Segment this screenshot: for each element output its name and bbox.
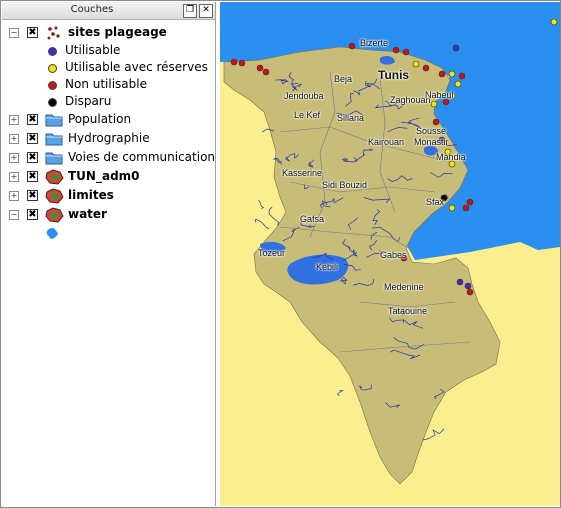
layers-panel: Couches ❐ ✕ − ✖ sites plageage Utilisabl… — [2, 2, 216, 506]
beach-site-point — [466, 198, 474, 206]
float-panel-button[interactable]: ❐ — [183, 4, 197, 18]
layer-visibility-checkbox[interactable]: ✖ — [27, 27, 38, 38]
river-line — [337, 390, 344, 397]
beach-site-point — [466, 288, 474, 296]
expand-toggle[interactable]: + — [9, 172, 19, 182]
beach-site-point — [422, 64, 430, 72]
non-utilisable-symbol — [48, 81, 57, 90]
place-label: Siliana — [337, 113, 365, 123]
beach-site-point — [462, 204, 470, 212]
map-canvas[interactable]: Bizerte Beja Tunis Jendouba Zaghouan Nab… — [220, 2, 560, 506]
place-label: Beja — [334, 74, 353, 84]
layer-label: Voies de communication — [68, 150, 216, 164]
beach-site-point — [448, 70, 456, 78]
place-label: Kairouan — [368, 137, 405, 147]
place-label: Jendouba — [284, 91, 324, 101]
layer-label: sites plageage — [68, 25, 167, 39]
folder-icon — [45, 150, 63, 169]
layer-visibility-checkbox[interactable]: ✖ — [27, 190, 38, 201]
place-label: Tozeur — [258, 248, 286, 258]
place-label: Sousse — [416, 126, 447, 136]
legend-class-row: Disparu — [2, 93, 215, 110]
place-label: Kasserine — [282, 168, 323, 178]
place-label: Bizerte — [360, 38, 389, 48]
river-line — [255, 218, 270, 230]
beach-site-point — [430, 100, 438, 108]
layer-row-hydrographie[interactable]: + ✖ Hydrographie — [2, 130, 215, 147]
folder-icon — [45, 131, 63, 150]
layer-row-population[interactable]: + ✖ Population — [2, 111, 215, 128]
beach-site-point — [348, 42, 356, 50]
layer-visibility-checkbox[interactable]: ✖ — [27, 209, 38, 220]
expand-toggle[interactable]: + — [9, 134, 19, 144]
legend-class-row: Utilisable avec réserves — [2, 59, 215, 76]
river-line — [268, 206, 280, 226]
place-label: Kebili — [316, 262, 339, 272]
place-label: Gabes — [380, 250, 407, 260]
river-line — [258, 199, 264, 210]
beach-site-point — [550, 18, 558, 26]
beach-site-point — [262, 68, 270, 76]
expand-toggle[interactable]: + — [9, 153, 19, 163]
beach-site-point — [230, 58, 238, 66]
place-label: Medenine — [384, 282, 424, 292]
beach-site-point — [438, 70, 446, 78]
place-label: Sidi Bouzid — [322, 180, 368, 190]
place-label: Le Kef — [294, 110, 321, 120]
place-label: Tataouine — [388, 306, 428, 316]
beach-site-point — [464, 282, 472, 290]
layer-visibility-checkbox[interactable]: ✖ — [27, 133, 38, 144]
legend-class-label: Non utilisable — [65, 77, 147, 91]
legend-class-label: Utilisable — [65, 43, 121, 57]
place-label: Gafsa — [300, 214, 325, 224]
place-label: Mahdia — [436, 152, 466, 162]
layer-label: limites — [68, 188, 114, 202]
place-label: Monastir — [414, 137, 449, 147]
beach-site-point — [452, 44, 460, 52]
beach-site-point — [432, 118, 440, 126]
legend-class-label: Utilisable avec réserves — [65, 60, 208, 74]
beach-site-point — [412, 60, 420, 68]
place-label: Nabeul — [425, 90, 454, 100]
legend-class-row — [2, 224, 215, 241]
layer-label: Hydrographie — [68, 131, 150, 145]
disparu-symbol — [48, 98, 57, 107]
beach-site-point — [238, 59, 246, 67]
beach-site-point — [402, 48, 410, 56]
beach-site-point — [256, 64, 264, 72]
layer-row-limites[interactable]: + ✖ limites — [2, 187, 215, 204]
beach-site-point — [456, 278, 464, 286]
close-panel-button[interactable]: ✕ — [199, 4, 213, 18]
beach-site-point — [392, 46, 400, 54]
layer-label: TUN_adm0 — [68, 169, 140, 183]
legend-class-row: Utilisable — [2, 42, 215, 59]
legend-class-label: Disparu — [65, 94, 112, 108]
layers-panel-titlebar: Couches ❐ ✕ — [2, 2, 215, 20]
layer-row-voies-de-communication[interactable]: + ✖ Voies de communication — [2, 149, 215, 166]
layer-row-water[interactable]: − ✖ water — [2, 206, 215, 223]
beach-site-point — [454, 80, 462, 88]
folder-icon — [45, 112, 63, 131]
place-label: Sfax — [426, 197, 445, 207]
legend-class-row: Non utilisable — [2, 76, 215, 93]
window-frame: Couches ❐ ✕ − ✖ sites plageage Utilisabl… — [0, 0, 561, 508]
layer-row-tun-adm0[interactable]: + ✖ TUN_adm0 — [2, 168, 215, 185]
beach-site-point — [458, 72, 466, 80]
collapse-toggle[interactable]: − — [9, 28, 19, 38]
beach-site-point — [448, 204, 456, 212]
water-polygon-symbol — [46, 225, 60, 244]
layer-row-sites-plageage[interactable]: − ✖ sites plageage — [2, 24, 215, 41]
layer-label: Population — [68, 112, 132, 126]
utilisable-avec-reserves-symbol — [48, 64, 57, 73]
utilisable-symbol — [48, 47, 57, 56]
expand-toggle[interactable]: + — [9, 191, 19, 201]
layer-visibility-checkbox[interactable]: ✖ — [27, 152, 38, 163]
place-label: Tunis — [378, 68, 410, 82]
layer-label: water — [68, 207, 107, 221]
expand-toggle[interactable]: + — [9, 115, 19, 125]
layer-visibility-checkbox[interactable]: ✖ — [27, 171, 38, 182]
collapse-toggle[interactable]: − — [9, 210, 19, 220]
layer-visibility-checkbox[interactable]: ✖ — [27, 114, 38, 125]
layers-panel-title: Couches — [70, 4, 114, 15]
